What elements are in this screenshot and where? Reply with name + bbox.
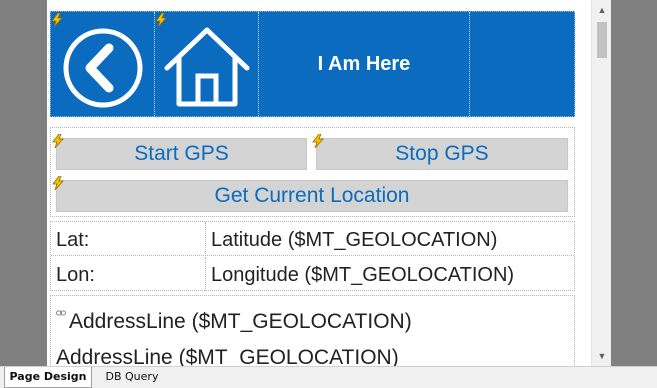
address-line-2: AddressLine ($MT_GEOLOCATION) — [56, 346, 399, 366]
address-line-1: AddressLine ($MT_GEOLOCATION) — [69, 310, 412, 333]
get-current-location-button[interactable]: Get Current Location — [56, 180, 568, 212]
lon-value: Longitude ($MT_GEOLOCATION) — [211, 264, 515, 286]
back-button[interactable] — [51, 12, 155, 116]
header-bar: I Am Here — [50, 11, 575, 117]
lightning-icon — [52, 134, 64, 148]
chain-link-icon — [56, 310, 66, 316]
lightning-icon — [52, 176, 64, 190]
lat-value: Latitude ($MT_GEOLOCATION) — [211, 229, 498, 251]
address-panel: AddressLine ($MT_GEOLOCATION) AddressLin… — [50, 295, 575, 366]
design-canvas: I Am Here Start GPS Stop GPS Get Current… — [47, 0, 591, 366]
title-cell: I Am Here — [259, 12, 470, 116]
coordinates-table: Lat: Latitude ($MT_GEOLOCATION) Lon: Lon… — [50, 221, 575, 291]
stop-gps-button[interactable]: Stop GPS — [316, 138, 568, 170]
scroll-up-arrow-icon[interactable]: ▲ — [592, 0, 612, 18]
tab-db-query[interactable]: DB Query — [96, 367, 168, 388]
page-title: I Am Here — [317, 52, 411, 75]
left-margin — [0, 0, 47, 366]
header-empty-cell — [470, 12, 575, 116]
back-arrow-icon — [63, 28, 143, 108]
start-gps-button[interactable]: Start GPS — [56, 138, 307, 170]
vertical-scrollbar[interactable]: ▲ ▼ — [591, 0, 611, 366]
scroll-thumb[interactable] — [597, 22, 607, 58]
lightning-icon — [51, 13, 63, 27]
right-margin — [611, 0, 657, 366]
bottom-tab-bar: Page Design DB Query — [0, 366, 657, 388]
lat-label: Lat: — [51, 222, 206, 256]
home-button[interactable] — [155, 12, 259, 116]
scroll-down-arrow-icon[interactable]: ▼ — [592, 348, 612, 366]
lon-label: Lon: — [51, 257, 206, 291]
home-icon — [164, 27, 250, 107]
lat-row: Lat: Latitude ($MT_GEOLOCATION) — [51, 222, 574, 256]
lightning-icon — [155, 13, 167, 27]
lightning-icon — [312, 134, 324, 148]
lon-row: Lon: Longitude ($MT_GEOLOCATION) — [51, 257, 574, 291]
tab-page-design[interactable]: Page Design — [4, 367, 92, 388]
